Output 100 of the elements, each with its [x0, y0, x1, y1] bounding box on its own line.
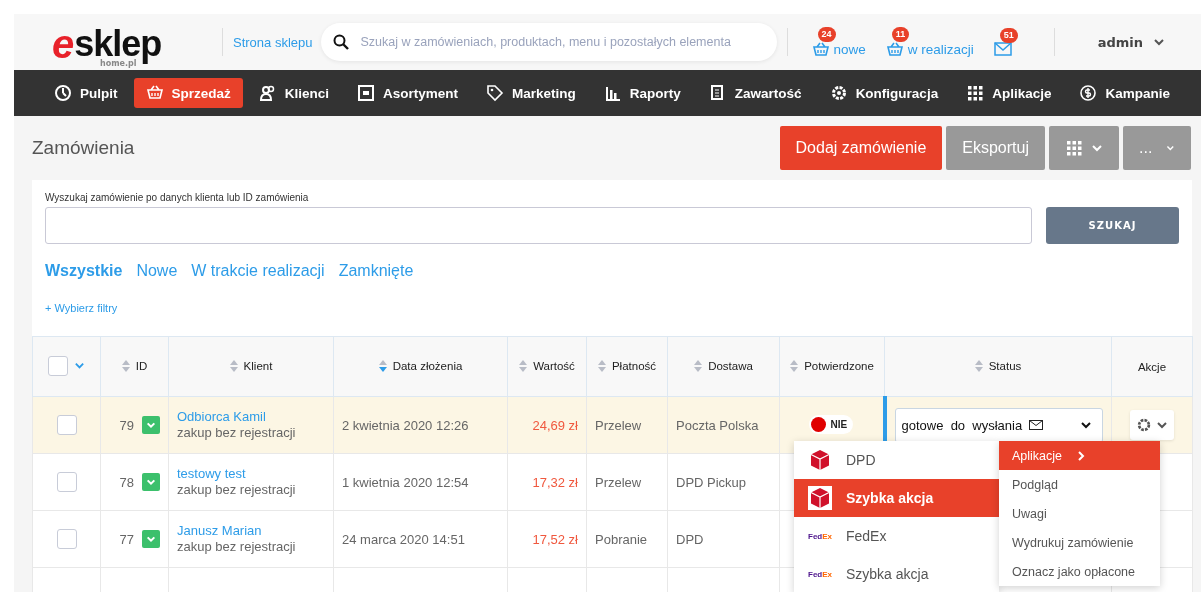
nav-tab[interactable]: Pulpit [42, 78, 130, 108]
table-cell: Przelew [595, 417, 642, 433]
carrier-logo: FedEx [808, 569, 832, 579]
table-cell: 77 [119, 531, 134, 547]
menu-item[interactable]: Szybka akcja [794, 479, 999, 517]
envelope-icon [993, 42, 1012, 56]
expand-icon[interactable] [142, 416, 160, 434]
tag-icon [486, 84, 505, 102]
columns-button[interactable] [1049, 126, 1119, 170]
sort-icon[interactable] [790, 359, 799, 372]
row-checkbox[interactable] [56, 472, 77, 492]
gear-icon [829, 84, 848, 102]
table-cell: Przelew [595, 474, 642, 490]
column-header[interactable]: Płatność [611, 359, 657, 372]
chevron-down-icon [1080, 419, 1092, 431]
nav-tab[interactable]: Zawartość [696, 78, 814, 108]
sort-icon[interactable] [694, 359, 703, 372]
search-field[interactable]: Szukaj w zamówieniach, produktach, menu i pozostałych elementa [320, 23, 777, 61]
column-header[interactable]: Data złożenia [392, 359, 463, 372]
menu-item[interactable]: FedEx FedEx [794, 517, 999, 555]
order-search-field[interactable] [45, 207, 1032, 244]
column-header[interactable]: Status [988, 359, 1022, 372]
nav-tab[interactable]: Aplikacje [954, 78, 1064, 108]
menu-item[interactable]: Oznacz jako opłacone [999, 557, 1160, 586]
row-checkbox[interactable] [56, 529, 77, 549]
row-checkbox[interactable] [56, 415, 77, 435]
sort-icon[interactable] [121, 359, 130, 372]
column-header[interactable]: Wartość [533, 359, 575, 372]
column-header[interactable]: Dostawa [708, 359, 753, 372]
logo-mark: e [52, 26, 75, 62]
status-dropdown[interactable]: gotowe do wysłania [894, 407, 1103, 443]
user-menu[interactable]: admin [1091, 33, 1171, 51]
orders-link[interactable]: nowe 24 [811, 27, 866, 57]
orders-link[interactable]: w realizacji 11 [885, 27, 974, 57]
search-icon [332, 34, 349, 50]
table-cell: zakup bez rejestracji [177, 482, 296, 497]
table-cell: Poczta Polska [676, 417, 759, 433]
nav-tab[interactable]: Kampanie [1067, 78, 1182, 108]
sort-icon[interactable] [229, 359, 238, 372]
menu-item[interactable]: Aplikacje [999, 441, 1160, 470]
chevron-down-icon [74, 360, 85, 371]
table-cell: 79 [119, 417, 134, 433]
basket-icon [811, 41, 830, 57]
table-cell: 1 kwietnia 2020 12:54 [342, 474, 469, 490]
sort-icon[interactable] [597, 359, 606, 372]
table-cell: zakup bez rejestracji [177, 425, 296, 440]
expand-icon[interactable] [142, 530, 160, 548]
nav-tab[interactable]: Klienci [246, 78, 342, 108]
carrier-logo: FedEx [808, 531, 832, 541]
envelope-icon [1029, 419, 1044, 430]
table-cell: 17,52 zł [532, 531, 578, 547]
count-badge: 24 [817, 27, 836, 42]
chevron-down-icon [1153, 36, 1165, 48]
menu-item[interactable]: Wydrukuj zamówienie [999, 528, 1160, 557]
menu-item[interactable]: DPD [794, 441, 999, 479]
nav-tab[interactable]: Asortyment [345, 78, 471, 108]
messages-link[interactable]: 51 [993, 28, 1024, 56]
sort-icon[interactable] [378, 359, 387, 372]
sort-icon[interactable] [519, 359, 528, 372]
table-cell: zakup bez rejestracji [177, 539, 296, 554]
box-icon [357, 84, 376, 102]
basket-icon [885, 41, 904, 57]
column-header[interactable]: Klient [243, 359, 273, 372]
sort-icon[interactable] [974, 359, 983, 372]
chevron-down-icon [1156, 419, 1168, 431]
search-button[interactable]: SZUKAJ [1046, 207, 1179, 244]
chevron-down-icon [1091, 142, 1103, 154]
chart-icon [603, 84, 622, 102]
column-header[interactable]: Potwierdzone [804, 359, 874, 372]
table-cell: 78 [119, 474, 134, 490]
dollar-icon [1079, 84, 1098, 102]
people-icon [258, 84, 277, 102]
table-cell: Pobranie [595, 531, 648, 547]
table-cell: 24 marca 2020 14:51 [342, 531, 465, 547]
gauge-icon [54, 84, 72, 102]
menu-item[interactable]: FedEx Szybka akcja [794, 555, 999, 592]
column-header: Akcje [1137, 360, 1167, 373]
table-cell: 24,69 zł [532, 417, 578, 433]
page-title: Zamówienia [32, 137, 136, 159]
grid-icon [966, 84, 985, 102]
actions-button[interactable] [1130, 410, 1174, 440]
search-label: Wyszukaj zamówienie po danych klienta lub ID zamówienia [45, 192, 310, 203]
cube-icon [808, 486, 832, 510]
menu-item[interactable]: Podgląd [999, 470, 1160, 499]
table-cell: DPD [676, 531, 704, 547]
select-all-checkbox[interactable] [48, 355, 68, 376]
basket-icon [145, 84, 164, 102]
column-header[interactable]: ID [135, 359, 148, 372]
count-badge: 51 [999, 28, 1018, 43]
gear-icon [1136, 417, 1152, 433]
grid-icon [1065, 139, 1083, 157]
cube-icon [808, 448, 832, 472]
expand-icon[interactable] [142, 473, 160, 491]
nav-tab[interactable]: Konfiguracja [817, 78, 951, 108]
menu-item[interactable]: Uwagi [999, 499, 1160, 528]
add-order-button[interactable]: Dodaj zamówienie [779, 126, 943, 170]
nav-tab[interactable]: Raporty [591, 78, 693, 108]
table-cell: 2 kwietnia 2020 12:26 [342, 417, 469, 433]
nav-tab[interactable]: Sprzedaż [133, 78, 243, 108]
nav-tab[interactable]: Marketing [474, 78, 588, 108]
